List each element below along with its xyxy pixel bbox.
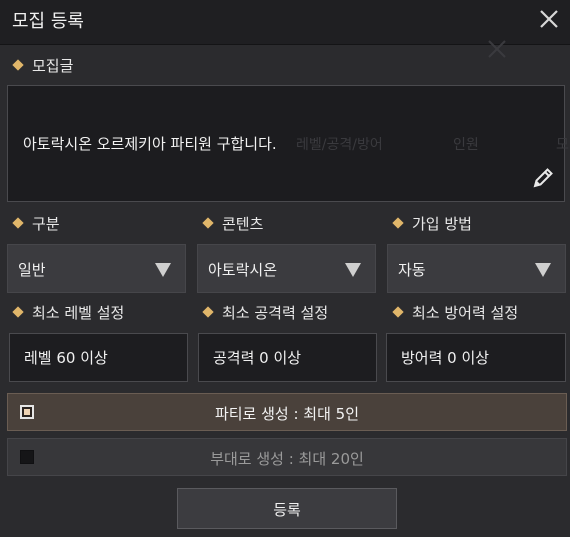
- window-title: 모집 등록: [12, 11, 84, 32]
- min-attack-label: 최소 공격력 설정: [202, 302, 328, 323]
- register-button[interactable]: 등록: [177, 488, 397, 529]
- diamond-bullet-icon: [12, 306, 24, 318]
- close-icon[interactable]: [536, 6, 562, 32]
- diamond-bullet-icon: [202, 306, 214, 318]
- diamond-bullet-icon: [392, 217, 404, 229]
- category-select[interactable]: 일반: [7, 244, 186, 293]
- join-method-label: 가입 방법: [392, 213, 472, 234]
- background-close-icon: [486, 38, 508, 64]
- category-select-value: 일반: [18, 261, 46, 279]
- dropdown-arrow-icon: [155, 263, 171, 277]
- party-option-label: 파티로 생성 : 최대 5인: [214, 405, 360, 423]
- dropdown-arrow-icon: [345, 263, 361, 277]
- min-defense-field[interactable]: 방어력 0 이상: [386, 333, 566, 382]
- squad-option-label: 부대로 생성 : 최대 20인: [210, 450, 364, 468]
- ghost-text: 모: [556, 137, 569, 153]
- min-defense-value: 방어력 0 이상: [401, 349, 490, 367]
- min-level-label: 최소 레벨 설정: [12, 302, 124, 323]
- join-method-select-value: 자동: [398, 261, 426, 279]
- edit-pencil-icon[interactable]: [530, 165, 556, 191]
- category-label: 구분: [12, 213, 60, 234]
- ghost-text: 레벨/공격/방어: [296, 137, 383, 153]
- min-attack-field[interactable]: 공격력 0 이상: [198, 333, 377, 382]
- join-method-select[interactable]: 자동: [387, 244, 566, 293]
- title-bar: 모집 등록: [0, 0, 570, 45]
- post-textarea[interactable]: 레벨/공격/방어 인원 모 아토락시온 오르제키아 파티원 구합니다.: [7, 85, 569, 202]
- min-level-field[interactable]: 레벨 60 이상: [9, 333, 188, 382]
- party-option-row[interactable]: 파티로 생성 : 최대 5인: [7, 393, 567, 431]
- diamond-bullet-icon: [12, 59, 24, 71]
- diamond-bullet-icon: [202, 217, 214, 229]
- diamond-bullet-icon: [12, 217, 24, 229]
- min-defense-label: 최소 방어력 설정: [392, 302, 518, 323]
- content-select[interactable]: 아토락시온: [197, 244, 376, 293]
- ghost-text: 인원: [453, 137, 479, 153]
- dropdown-arrow-icon: [535, 263, 551, 277]
- register-button-label: 등록: [273, 501, 301, 519]
- post-section-label: 모집글: [12, 55, 73, 76]
- content-label: 콘텐츠: [202, 213, 263, 234]
- diamond-bullet-icon: [392, 306, 404, 318]
- squad-option-row[interactable]: 부대로 생성 : 최대 20인: [7, 438, 567, 476]
- min-attack-value: 공격력 0 이상: [213, 349, 302, 367]
- post-text: 아토락시온 오르제키아 파티원 구합니다.: [23, 135, 277, 153]
- content-select-value: 아토락시온: [208, 261, 278, 279]
- min-level-value: 레벨 60 이상: [24, 349, 108, 367]
